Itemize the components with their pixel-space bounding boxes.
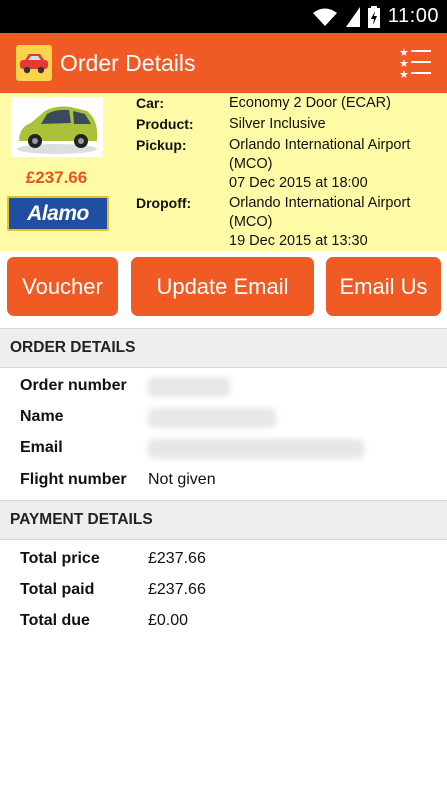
pickup-location: Orlando International Airport — [229, 137, 411, 153]
payment-details-header: PAYMENT DETAILS — [0, 500, 447, 540]
summary-price: £237.66 — [25, 168, 88, 187]
product-label: Product: — [136, 116, 194, 132]
car-label: Car: — [136, 95, 165, 111]
total-paid-value: £237.66 — [148, 581, 206, 598]
status-bar: 11:00 — [0, 0, 447, 33]
brand-logo-text: Alamo — [27, 201, 89, 225]
starred-list-icon: ★ ★ ★ — [399, 46, 431, 81]
name-label: Name — [20, 408, 64, 425]
total-price-label: Total price — [20, 550, 100, 567]
total-due-label: Total due — [20, 612, 90, 629]
dropoff-location: Orlando International Airport — [229, 195, 411, 211]
email-us-button[interactable]: Email Us — [326, 257, 441, 316]
dropoff-location-code: (MCO) — [229, 214, 273, 230]
order-number-label: Order number — [20, 377, 127, 394]
order-number-value-redacted — [148, 377, 230, 397]
email-label: Email — [20, 439, 63, 456]
alamo-logo: Alamo — [7, 196, 109, 231]
pickup-label: Pickup: — [136, 137, 187, 153]
dropoff-datetime: 19 Dec 2015 at 13:30 — [229, 233, 368, 249]
battery-icon — [367, 5, 380, 28]
app-logo-car-icon — [16, 45, 52, 81]
dropoff-label: Dropoff: — [136, 195, 192, 211]
signal-icon — [345, 6, 360, 27]
name-value-redacted — [148, 408, 276, 428]
order-details-header: ORDER DETAILS — [0, 328, 447, 368]
wifi-icon — [312, 8, 337, 26]
voucher-button[interactable]: Voucher — [7, 257, 118, 316]
status-time: 11:00 — [387, 5, 439, 27]
car-image — [11, 97, 103, 157]
email-value-redacted — [148, 439, 364, 459]
svg-text:★: ★ — [399, 68, 409, 81]
total-due-value: £0.00 — [148, 612, 189, 629]
product-value: Silver Inclusive — [229, 116, 326, 132]
car-value: Economy 2 Door (ECAR) — [229, 95, 391, 111]
update-email-button[interactable]: Update Email — [131, 257, 314, 316]
total-price-value: £237.66 — [148, 550, 206, 567]
flight-number-value: Not given — [148, 471, 216, 488]
pickup-location-code: (MCO) — [229, 156, 273, 172]
flight-number-label: Flight number — [20, 471, 127, 488]
page-title: Order Details — [60, 49, 196, 76]
menu-button[interactable]: ★ ★ ★ — [397, 45, 433, 81]
total-paid-label: Total paid — [20, 581, 95, 598]
pickup-datetime: 07 Dec 2015 at 18:00 — [229, 175, 368, 191]
app-bar: Order Details ★ ★ ★ — [0, 33, 447, 93]
